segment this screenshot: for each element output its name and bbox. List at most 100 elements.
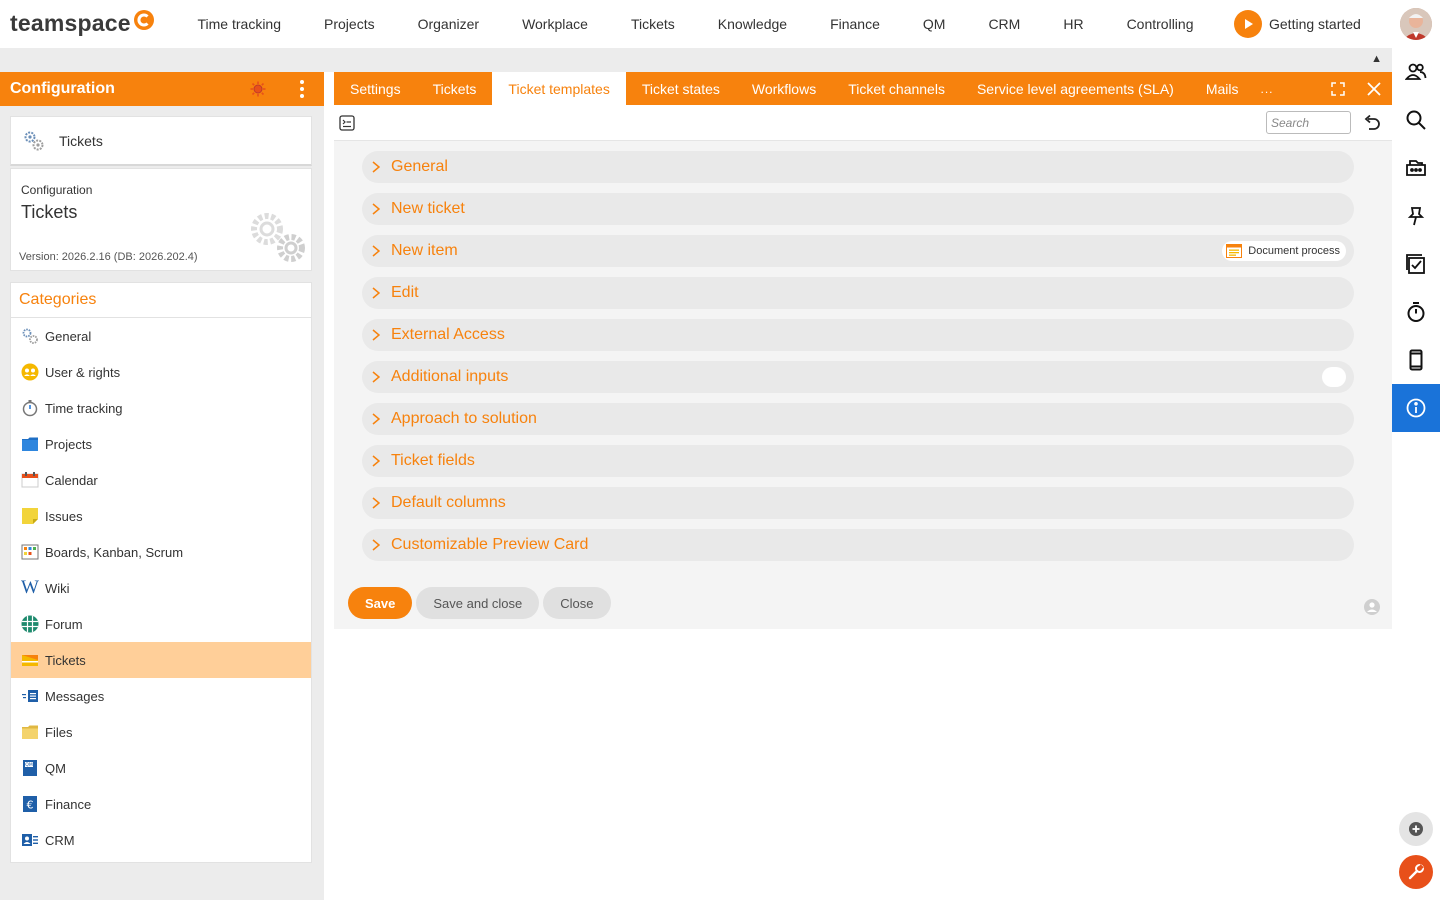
category-projects[interactable]: Projects — [11, 426, 311, 462]
section-label: New ticket — [391, 200, 465, 217]
section-new-ticket[interactable]: New ticket — [362, 193, 1354, 225]
nav-tickets[interactable]: Tickets — [609, 16, 696, 32]
tab-mails[interactable]: Mails — [1190, 72, 1255, 105]
getting-started-button[interactable]: Getting started — [1234, 10, 1361, 38]
config-title: Tickets — [21, 202, 78, 222]
tab-workflows[interactable]: Workflows — [736, 72, 832, 105]
save-button[interactable]: Save — [348, 587, 413, 619]
tools-button[interactable] — [1399, 855, 1433, 889]
categories-panel: Categories General User & rights Time tr… — [10, 282, 312, 863]
module-card[interactable]: Tickets — [10, 116, 312, 166]
tab-ticket-channels[interactable]: Ticket channels — [832, 72, 961, 105]
rail-pin[interactable] — [1392, 192, 1440, 240]
plus-circle-icon — [1409, 822, 1423, 836]
section-customizable-preview-card[interactable]: Customizable Preview Card — [362, 529, 1354, 561]
section-new-item[interactable]: New item Document process — [362, 235, 1354, 267]
logo-mark-icon — [133, 9, 154, 30]
collapse-strip: ▲ — [0, 48, 1392, 72]
category-calendar[interactable]: Calendar — [11, 462, 311, 498]
add-button[interactable] — [1399, 812, 1433, 846]
nav-time-tracking[interactable]: Time tracking — [176, 16, 303, 32]
category-finance[interactable]: € Finance — [11, 786, 311, 822]
undo-icon[interactable] — [1362, 113, 1382, 133]
section-ticket-fields[interactable]: Ticket fields — [362, 445, 1354, 477]
category-tickets[interactable]: Tickets — [11, 642, 311, 678]
category-label: Tickets — [45, 652, 86, 668]
category-issues[interactable]: Issues — [11, 498, 311, 534]
category-forum[interactable]: Forum — [11, 606, 311, 642]
section-additional-inputs[interactable]: Additional inputs — [362, 361, 1354, 393]
stopwatch-icon — [21, 399, 39, 417]
category-wiki[interactable]: W Wiki — [11, 570, 311, 606]
category-files[interactable]: Files — [11, 714, 311, 750]
category-qm[interactable]: QM QM — [11, 750, 311, 786]
tasks-icon — [1406, 254, 1425, 274]
additional-inputs-toggle[interactable] — [1322, 367, 1346, 387]
nav-knowledge[interactable]: Knowledge — [696, 16, 808, 32]
mobile-icon — [1409, 349, 1423, 371]
rail-mobile[interactable] — [1392, 336, 1440, 384]
collapse-arrow-icon[interactable]: ▲ — [1371, 53, 1382, 65]
nav-qm[interactable]: QM — [901, 16, 967, 32]
category-label: Projects — [45, 436, 92, 452]
close-button[interactable]: Close — [543, 587, 611, 619]
top-navigation-bar: teamspace Time tracking Projects Organiz… — [0, 0, 1440, 48]
rail-tasks[interactable] — [1392, 240, 1440, 288]
rail-timer[interactable] — [1392, 288, 1440, 336]
close-icon[interactable] — [1356, 72, 1392, 105]
user-circle-icon[interactable] — [1364, 599, 1380, 615]
section-label: Edit — [391, 284, 419, 301]
section-default-columns[interactable]: Default columns — [362, 487, 1354, 519]
toolbar — [334, 105, 1392, 141]
tab-settings[interactable]: Settings — [334, 72, 417, 105]
svg-text:€: € — [27, 799, 34, 812]
settings-sun-icon[interactable] — [250, 81, 266, 97]
nav-controlling[interactable]: Controlling — [1105, 16, 1215, 32]
section-external-access[interactable]: External Access — [362, 319, 1354, 351]
template-sections: General New ticket New item Document pro… — [362, 151, 1354, 571]
tab-sla[interactable]: Service level agreements (SLA) — [961, 72, 1190, 105]
chevron-right-icon — [372, 245, 380, 257]
rail-info[interactable] — [1392, 384, 1440, 432]
more-menu-icon[interactable] — [296, 80, 308, 98]
nav-workplace[interactable]: Workplace — [501, 16, 610, 32]
category-time-tracking[interactable]: Time tracking — [11, 390, 311, 426]
section-edit[interactable]: Edit — [362, 277, 1354, 309]
category-boards[interactable]: Boards, Kanban, Scrum — [11, 534, 311, 570]
rail-inbox[interactable] — [1392, 144, 1440, 192]
main-nav: Time tracking Projects Organizer Workpla… — [176, 0, 1215, 48]
category-general[interactable]: General — [11, 318, 311, 354]
teamspace-logo[interactable]: teamspace — [10, 9, 155, 37]
nav-organizer[interactable]: Organizer — [396, 16, 500, 32]
maximize-icon[interactable] — [1320, 72, 1356, 105]
rail-people[interactable] — [1392, 48, 1440, 96]
tab-tickets[interactable]: Tickets — [417, 72, 493, 105]
gears-icon — [21, 327, 39, 345]
document-process-badge[interactable]: Document process — [1222, 241, 1346, 261]
nav-projects[interactable]: Projects — [303, 16, 397, 32]
category-messages[interactable]: Messages — [11, 678, 311, 714]
collapse-all-icon[interactable] — [339, 115, 355, 131]
save-and-close-button[interactable]: Save and close — [416, 587, 540, 619]
pin-icon — [1407, 207, 1425, 226]
folder-icon — [21, 435, 39, 453]
nav-crm[interactable]: CRM — [967, 16, 1042, 32]
gears-watermark-icon — [251, 213, 305, 262]
nav-hr[interactable]: HR — [1042, 16, 1105, 32]
category-user-rights[interactable]: User & rights — [11, 354, 311, 390]
category-crm[interactable]: CRM — [11, 822, 311, 858]
main-panel: Settings Tickets Ticket templates Ticket… — [334, 72, 1392, 629]
tab-ticket-templates[interactable]: Ticket templates — [492, 72, 626, 105]
tab-more[interactable]: ... — [1255, 72, 1280, 105]
user-avatar[interactable] — [1400, 8, 1432, 40]
sidebar-header: Configuration — [0, 72, 324, 106]
nav-finance[interactable]: Finance — [809, 16, 902, 32]
chevron-right-icon — [372, 455, 380, 467]
search-input[interactable] — [1266, 111, 1351, 134]
rail-search[interactable] — [1392, 96, 1440, 144]
section-approach-to-solution[interactable]: Approach to solution — [362, 403, 1354, 435]
tab-ticket-states[interactable]: Ticket states — [626, 72, 736, 105]
section-label: Additional inputs — [391, 368, 509, 385]
section-general[interactable]: General — [362, 151, 1354, 183]
right-rail — [1392, 48, 1440, 900]
